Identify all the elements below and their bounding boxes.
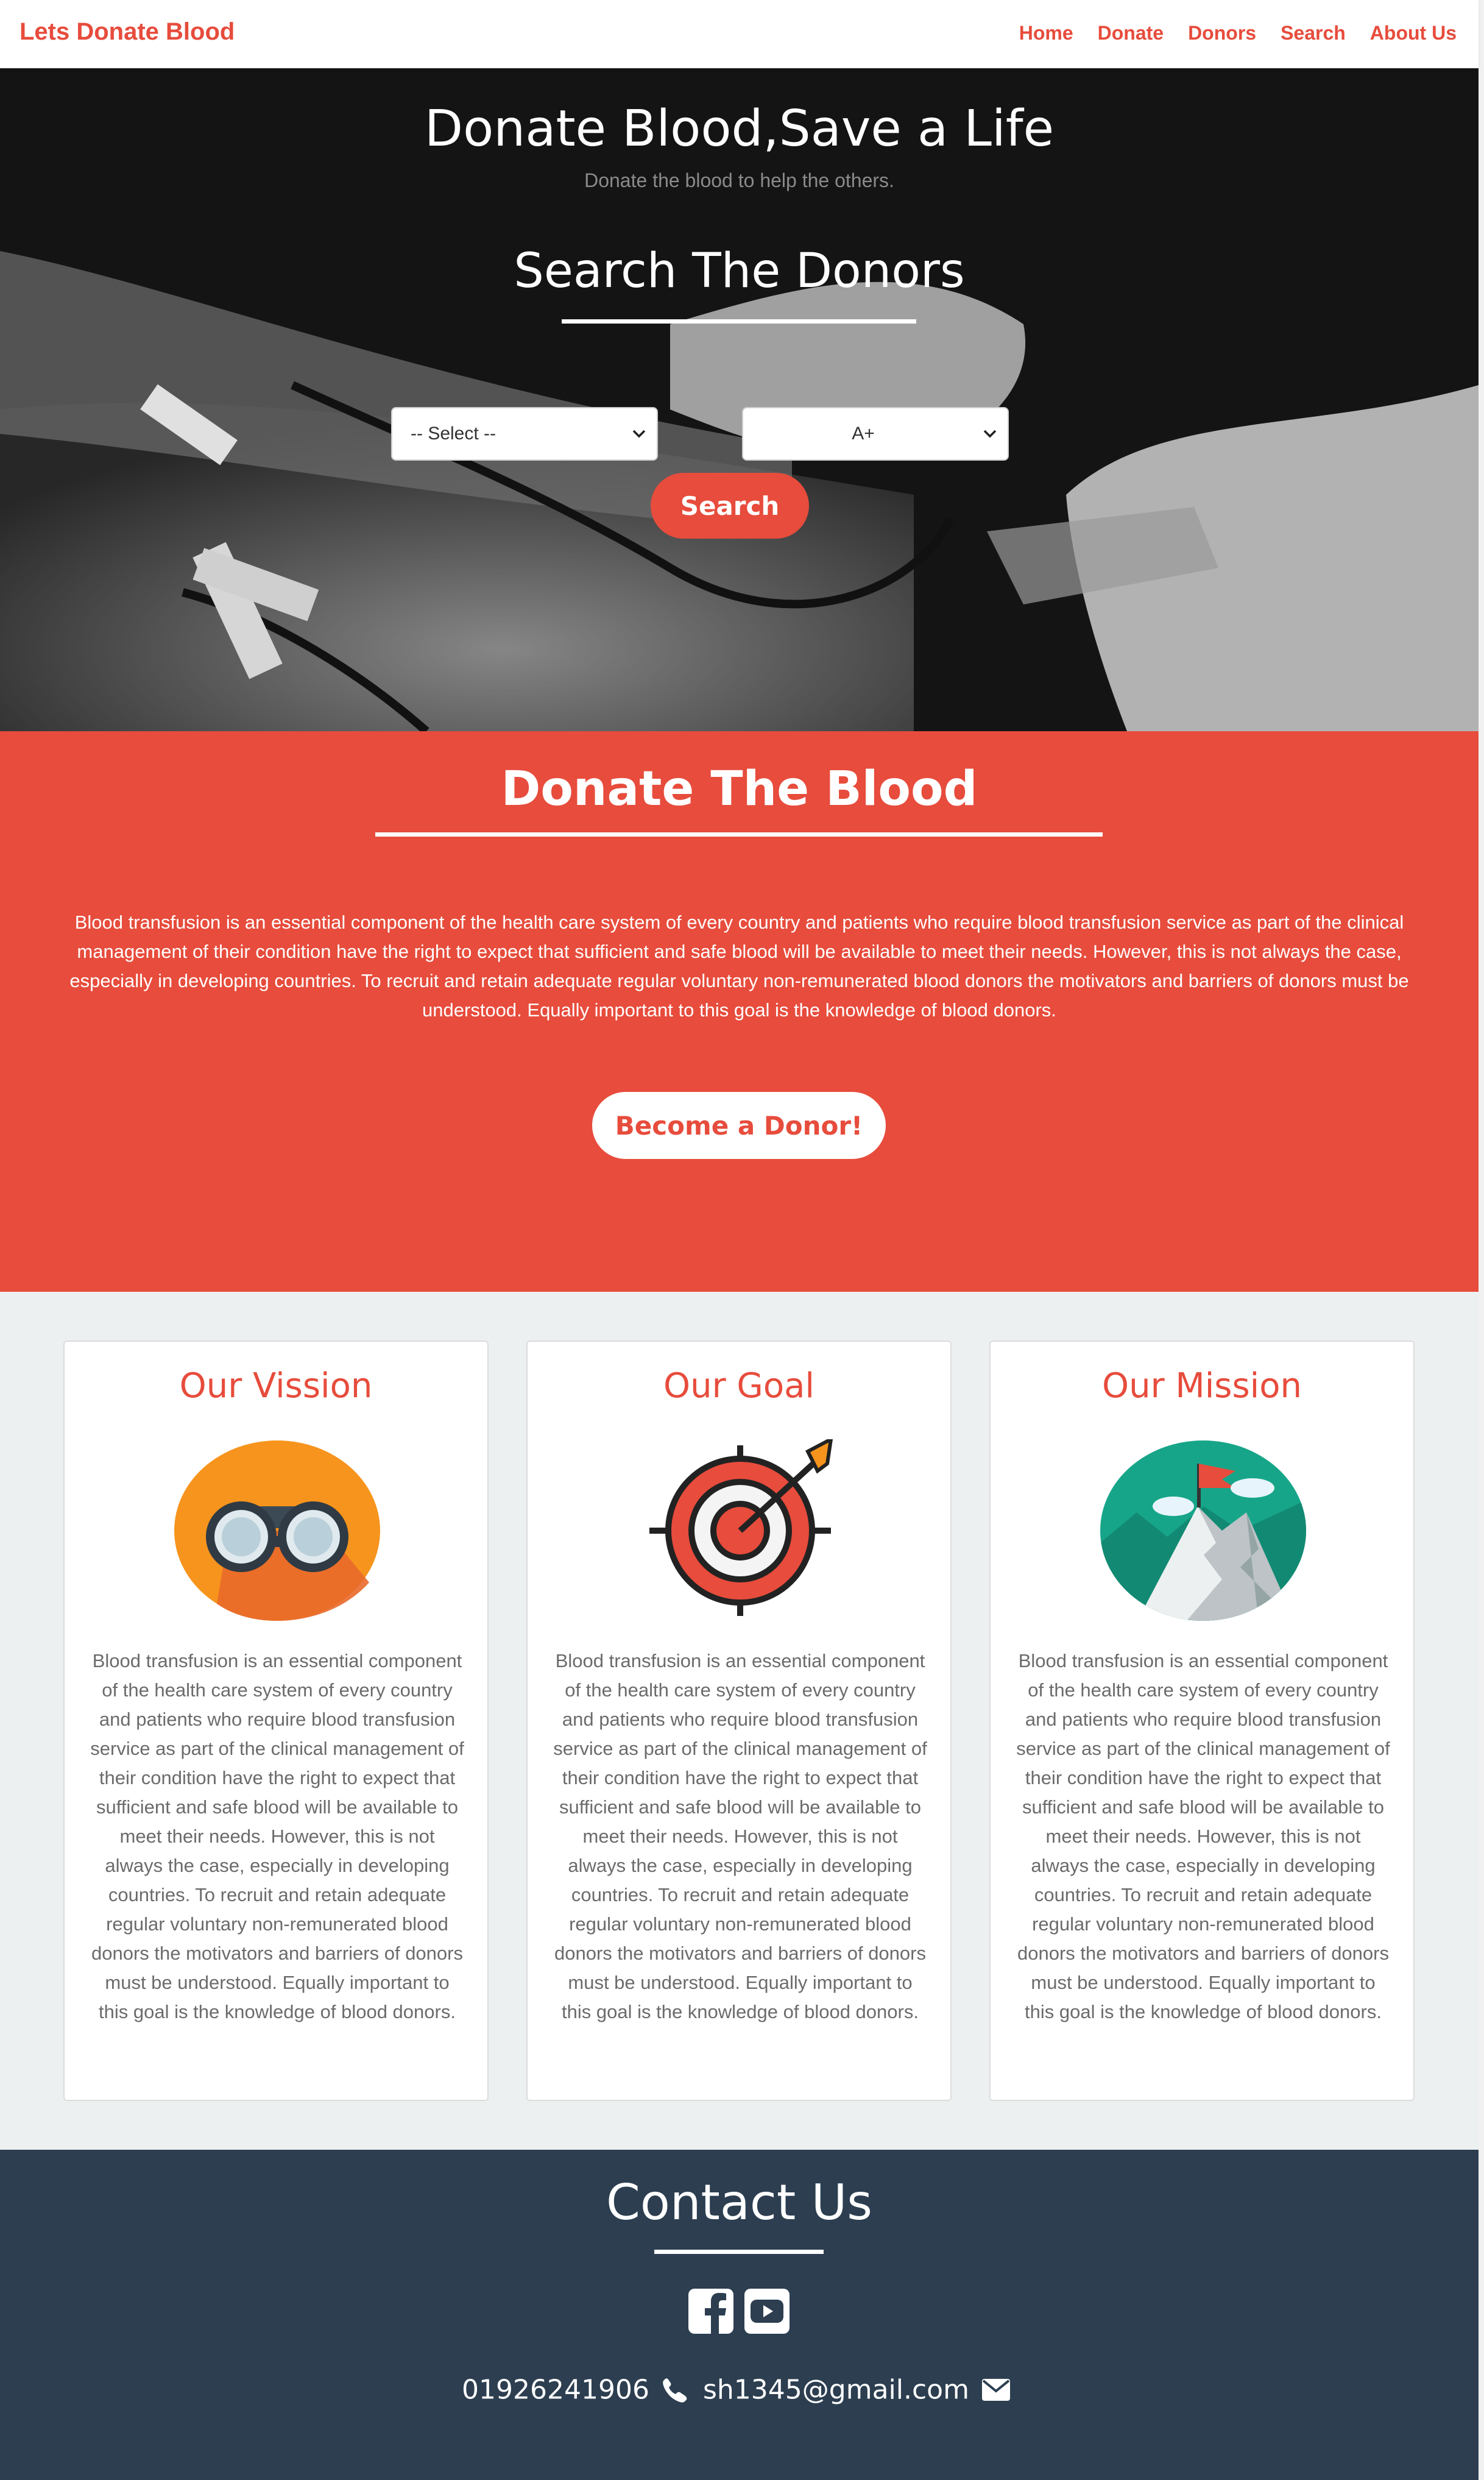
contact-info: 01926241906 sh1345@gmail.com bbox=[0, 2373, 1479, 2406]
donate-description: Blood transfusion is an essential compon… bbox=[69, 912, 1409, 1021]
location-select-value: -- Select -- bbox=[411, 423, 496, 444]
nav-donate[interactable]: Donate bbox=[1098, 22, 1164, 44]
scrollbar[interactable] bbox=[1479, 0, 1484, 2480]
search-button[interactable]: Search bbox=[651, 473, 809, 539]
become-donor-button[interactable]: Become a Donor! bbox=[592, 1092, 886, 1159]
nav-about-us[interactable]: About Us bbox=[1370, 22, 1457, 44]
facebook-icon[interactable] bbox=[688, 2289, 733, 2334]
card-title: Our Vission bbox=[179, 1366, 373, 1406]
brand-logo[interactable]: Lets Donate Blood bbox=[19, 18, 235, 46]
envelope-icon bbox=[981, 2379, 1010, 2401]
donate-title: Donate The Blood bbox=[501, 762, 978, 817]
nav-donors[interactable]: Donors bbox=[1188, 22, 1256, 44]
location-select[interactable]: -- Select -- bbox=[391, 407, 658, 461]
card-description: Blood transfusion is an essential compon… bbox=[553, 1650, 927, 2022]
search-donors-title: Search The Donors bbox=[514, 244, 965, 299]
phone-icon bbox=[663, 2378, 687, 2403]
blood-group-select-value: A+ bbox=[852, 423, 875, 444]
card-our-vision: Our Vission Blood transfusion is an esse… bbox=[63, 1341, 489, 2101]
card-our-mission: Our Mission Blood transfusion is an esse… bbox=[989, 1341, 1415, 2101]
hero-section: Donate Blood,Save a Life Donate the bloo… bbox=[0, 68, 1479, 731]
card-description: Blood transfusion is an essential compon… bbox=[90, 1650, 464, 2022]
nav-home[interactable]: Home bbox=[1019, 22, 1073, 44]
chevron-down-icon bbox=[983, 426, 1008, 442]
contact-section: Contact Us 01926241906 sh1345@gmail.com bbox=[0, 2150, 1479, 2480]
hero-subtitle: Donate the blood to help the others. bbox=[584, 169, 894, 191]
blood-group-select[interactable]: A+ bbox=[742, 407, 1009, 461]
donate-title-underline bbox=[375, 832, 1103, 837]
contact-title: Contact Us bbox=[606, 2174, 872, 2231]
card-title: Our Goal bbox=[663, 1366, 814, 1406]
mountain-flag-icon bbox=[1100, 1440, 1306, 1621]
contact-title-underline bbox=[654, 2250, 824, 2254]
card-description: Blood transfusion is an essential compon… bbox=[1016, 1650, 1390, 2022]
youtube-icon[interactable] bbox=[744, 2289, 790, 2334]
chevron-down-icon bbox=[632, 426, 657, 442]
email-address[interactable]: sh1345@gmail.com bbox=[703, 2375, 969, 2406]
navbar: Lets Donate Blood Home Donate Donors Sea… bbox=[0, 0, 1479, 68]
nav-links: Home Donate Donors Search About Us bbox=[995, 22, 1457, 44]
hero-title: Donate Blood,Save a Life bbox=[424, 100, 1055, 158]
card-title: Our Mission bbox=[1102, 1366, 1302, 1406]
donate-section: Donate The Blood Blood transfusion is an… bbox=[0, 731, 1479, 1292]
target-icon bbox=[649, 1439, 833, 1616]
hero-background-image bbox=[0, 68, 1479, 731]
binoculars-icon bbox=[174, 1440, 380, 1621]
phone-number[interactable]: 01926241906 bbox=[462, 2375, 649, 2406]
card-our-goal: Our Goal Blood transfusion is an essenti… bbox=[526, 1341, 952, 2101]
search-title-underline bbox=[562, 319, 916, 324]
nav-search[interactable]: Search bbox=[1281, 22, 1346, 44]
